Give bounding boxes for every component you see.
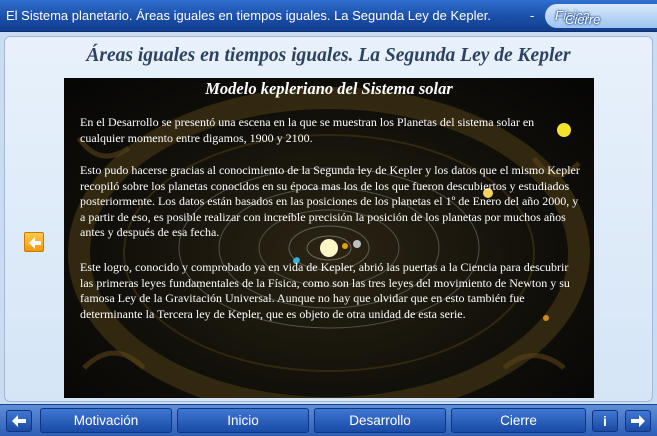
nav-button-cierre[interactable]: Cierre: [451, 408, 586, 433]
solar-system-scene: Modelo kepleriano del Sistema solar En e…: [64, 78, 594, 398]
bottom-navigation: Motivación Inicio Desarrollo Cierre i: [0, 404, 657, 436]
nav-button-inicio[interactable]: Inicio: [177, 408, 309, 433]
paragraph-1: En el Desarrollo se presentó una escena …: [80, 115, 535, 145]
nav-button-motivacion[interactable]: Motivación: [40, 408, 172, 433]
planet-dot: [353, 240, 361, 248]
back-arrow-button[interactable]: [24, 232, 44, 252]
window-title: El Sistema planetario. Áreas iguales en …: [6, 8, 491, 23]
title-separator: -: [530, 8, 535, 23]
section-tab-label: Cierre Física: [555, 8, 600, 27]
nav-button-desarrollo[interactable]: Desarrollo: [314, 408, 446, 433]
arrow-left-icon: [12, 415, 26, 427]
title-bar: El Sistema planetario. Áreas iguales en …: [0, 0, 657, 32]
scene-title: Modelo kepleriano del Sistema solar: [205, 79, 453, 98]
info-button[interactable]: i: [592, 410, 618, 432]
arrow-left-icon: [29, 237, 41, 249]
sun-dot: [320, 239, 338, 257]
paragraph-3: Este logro, conocido y comprobado ya en …: [80, 260, 570, 321]
section-tab-name: Cierre: [565, 12, 601, 27]
section-tab: Cierre Física: [545, 4, 657, 28]
prev-page-button[interactable]: [6, 410, 32, 432]
paragraph-2: Esto pudo hacerse gracias al conocimient…: [80, 163, 580, 239]
arrow-right-icon: [631, 415, 645, 427]
page-heading: Áreas iguales en tiempos iguales. La Seg…: [86, 45, 571, 66]
next-page-button[interactable]: [625, 410, 651, 432]
planet-dot: [342, 243, 348, 249]
